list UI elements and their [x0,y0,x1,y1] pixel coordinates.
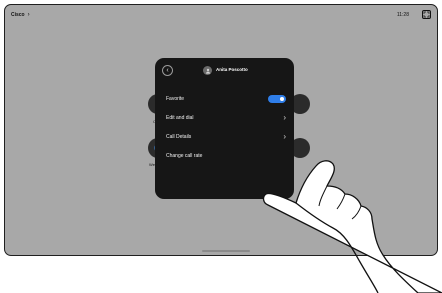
person-icon [205,68,210,74]
back-button[interactable]: ‹ [162,65,173,76]
chevron-right-icon: › [27,12,30,18]
menu-item-call-details[interactable]: Call Details › [166,131,286,143]
menu-item-change-call-rate[interactable]: Change call rate [166,150,286,162]
menu-item-favorite[interactable]: Favorite [166,93,286,105]
menu-item-label: Change call rate [166,153,203,159]
menu-item-edit-and-dial[interactable]: Edit and dial › [166,112,286,124]
brand-breadcrumb[interactable]: Cisco › [11,12,30,18]
device-frame: Cisco › 11:28 C We ‹ Anita Poscotto [0,0,442,256]
contact-name: Anita Poscotto [216,67,248,72]
menu-item-label: Edit and dial [166,115,194,121]
menu-item-label: Favorite [166,96,185,102]
favorite-toggle[interactable] [268,95,286,103]
brand-label: Cisco [11,12,25,18]
chevron-right-icon: › [283,113,286,122]
contact-options-panel: ‹ Anita Poscotto Favorite Edit and dial … [155,58,294,199]
fullscreen-icon[interactable] [422,10,431,19]
menu-item-label: Call Details [166,134,192,140]
toggle-knob [280,97,284,101]
avatar [203,66,212,75]
home-indicator[interactable] [202,250,250,252]
clock: 11:28 [396,12,409,18]
chevron-right-icon: › [283,132,286,141]
